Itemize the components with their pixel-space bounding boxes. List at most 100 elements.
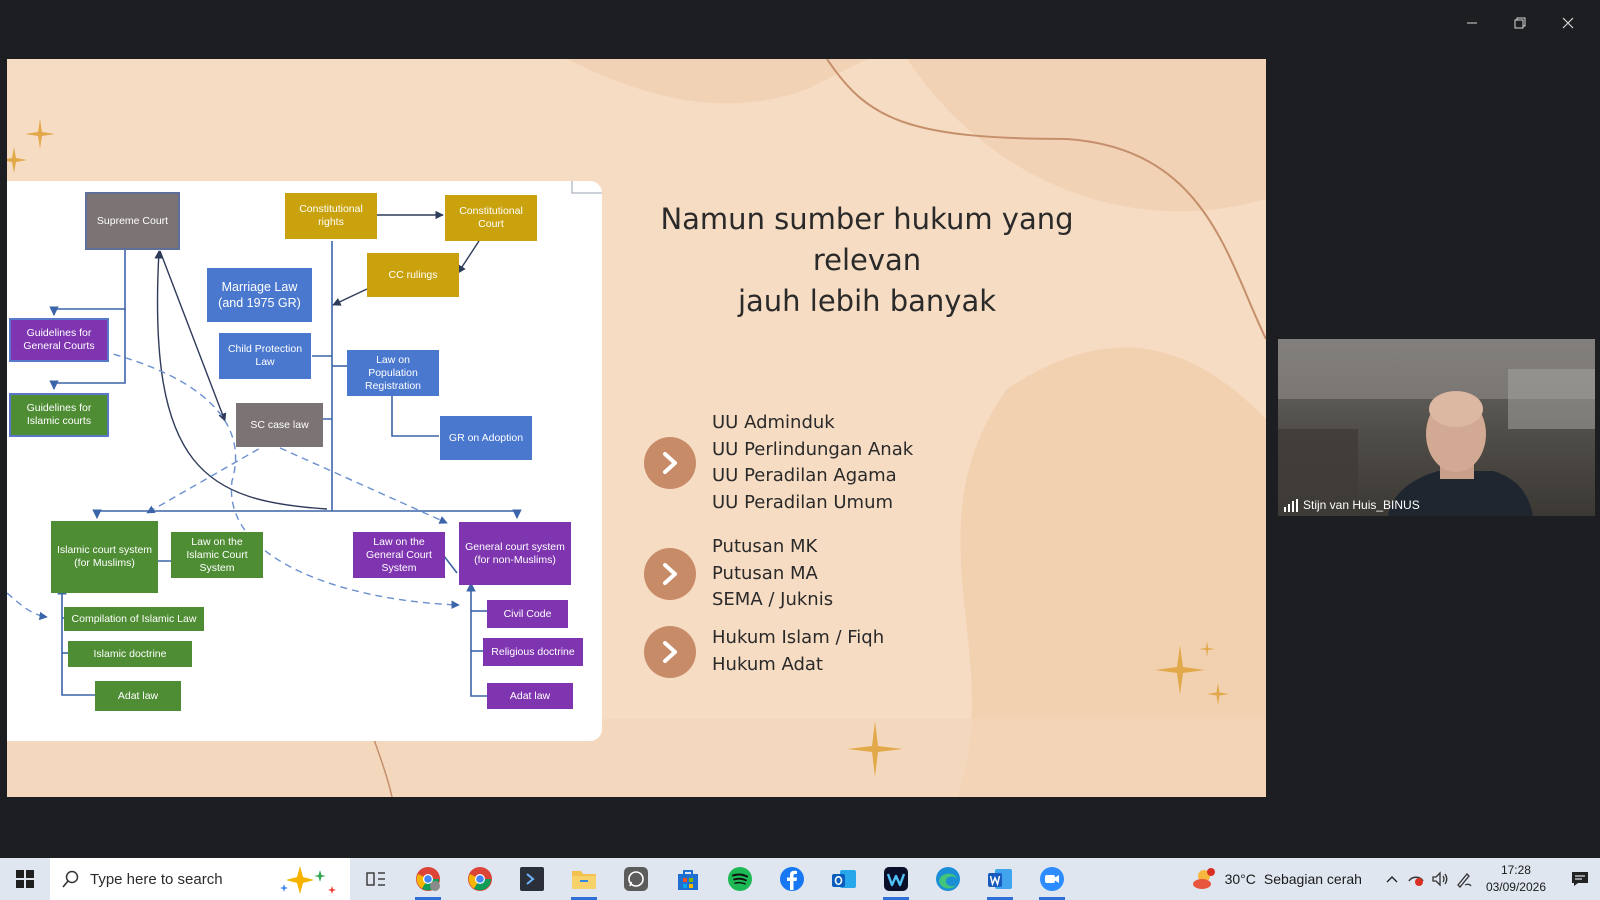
clock-time: 17:28 (1500, 863, 1531, 877)
bullet-item: Putusan MA (712, 562, 818, 584)
taskbar-search-box[interactable]: Type here to search (50, 858, 350, 900)
law-on-islamic-court-system-node: Law on the Islamic Court System (171, 532, 263, 578)
word-icon (988, 869, 1012, 889)
taskbar-powershell[interactable] (506, 858, 558, 900)
bullet-item: UU Perlindungan Anak (712, 438, 914, 460)
general-court-system-node: General court system (for non-Muslims) (459, 522, 571, 585)
spotify-icon (728, 867, 752, 891)
close-button[interactable] (1544, 8, 1592, 38)
weather-description: Sebagian cerah (1263, 871, 1362, 887)
sparkle-icon (25, 119, 55, 149)
child-protection-law-node: Child Protection Law (219, 333, 311, 379)
law-on-general-court-system-node: Law on the General Court System (353, 532, 445, 578)
slide-title-line: Namun sumber hukum yang (660, 202, 1074, 236)
whatsapp-icon (624, 867, 648, 891)
taskbar-webex[interactable] (870, 858, 922, 900)
window-controls (1448, 8, 1592, 38)
taskbar-clock[interactable]: 17:28 03/09/2026 (1486, 862, 1546, 896)
islamic-doctrine-node: Islamic doctrine (68, 641, 192, 667)
show-hidden-icons-button[interactable] (1380, 858, 1404, 900)
search-icon (62, 870, 79, 888)
signal-strength-icon (1284, 498, 1298, 512)
taskbar-zoom[interactable] (1026, 858, 1078, 900)
bullet-item: UU Adminduk (712, 412, 835, 433)
notifications-button[interactable] (1560, 858, 1600, 900)
bullet-group-customary: Hukum Islam / Fiqh Hukum Adat (644, 625, 884, 678)
bullet-group-rulings: Putusan MK Putusan MA SEMA / Juknis (644, 534, 833, 614)
taskbar-whatsapp[interactable] (610, 858, 662, 900)
close-icon (1562, 17, 1574, 29)
adat-law-right-node: Adat law (487, 683, 573, 709)
taskbar-facebook[interactable] (766, 858, 818, 900)
task-view-button[interactable] (350, 858, 402, 900)
search-placeholder: Type here to search (90, 870, 223, 888)
restore-button[interactable] (1496, 8, 1544, 38)
religious-doctrine-node: Religious doctrine (483, 638, 583, 666)
sparkle-icon (1199, 641, 1215, 657)
webex-icon (884, 867, 908, 891)
slide-title: Namun sumber hukum yang relevan jauh leb… (632, 199, 1102, 322)
marriage-law-node: Marriage Law (and 1975 GR) (207, 268, 312, 322)
slide-title-line: jauh lebih banyak (737, 284, 997, 318)
volume-button[interactable] (1428, 858, 1452, 900)
bullet-item: UU Peradilan Agama (712, 465, 897, 486)
bullet-item: Hukum Adat (712, 653, 823, 675)
clock-date: 03/09/2026 (1485, 880, 1546, 894)
pen-menu-button[interactable] (1452, 858, 1476, 900)
constitutional-court-node: Constitutional Court (445, 195, 537, 241)
participant-video-feed (1278, 339, 1595, 516)
chrome-icon (468, 867, 492, 891)
bullet-item: Hukum Islam / Fiqh (712, 627, 885, 648)
zoom-icon (1040, 867, 1064, 891)
taskbar-microsoft-store[interactable] (662, 858, 714, 900)
taskbar-file-explorer[interactable] (558, 858, 610, 900)
civil-code-node: Civil Code (487, 600, 568, 628)
weather-temp: 30°C (1224, 871, 1256, 887)
slide-title-line: relevan (812, 243, 922, 277)
facebook-icon (780, 867, 804, 891)
weather-cloud-sun-icon (1192, 868, 1215, 889)
network-button[interactable] (1404, 858, 1428, 900)
gr-on-adoption-node: GR on Adoption (440, 416, 532, 460)
sparkle-icon (1207, 683, 1229, 705)
weather-widget[interactable]: 30°C Sebagian cerah (1191, 866, 1362, 892)
guidelines-islamic-courts-node: Guidelines for Islamic courts (9, 393, 109, 437)
bullet-group-laws: UU Adminduk UU Perlindungan Anak UU Pera… (644, 410, 913, 516)
outlook-icon (832, 870, 856, 888)
guidelines-general-courts-node: Guidelines for General Courts (9, 318, 109, 362)
participant-video[interactable]: Stijn van Huis_BINUS (1278, 339, 1595, 516)
network-icon (1408, 876, 1424, 886)
adat-law-left-node: Adat law (95, 681, 181, 711)
taskbar-outlook[interactable] (818, 858, 870, 900)
powershell-icon (520, 867, 544, 891)
compilation-of-islamic-law-node: Compilation of Islamic Law (64, 607, 204, 631)
taskbar-spotify[interactable] (714, 858, 766, 900)
chevron-right-icon (644, 547, 696, 600)
taskbar-word[interactable] (974, 858, 1026, 900)
start-button[interactable] (0, 858, 50, 900)
folder-icon (572, 871, 596, 889)
windows-taskbar: Type here to search 30°C Sebagian cerah … (0, 858, 1600, 900)
taskbar-chrome[interactable] (454, 858, 506, 900)
participant-name-label: Stijn van Huis_BINUS (1284, 498, 1420, 512)
sparkle-icon (1155, 645, 1205, 695)
minimize-button[interactable] (1448, 8, 1496, 38)
store-icon (678, 870, 698, 890)
chevron-up-icon (1386, 876, 1398, 883)
sparkle-icon (7, 147, 27, 173)
constitutional-rights-node: Constitutional rights (285, 193, 377, 239)
participant-name: Stijn van Huis_BINUS (1303, 498, 1420, 512)
sparkle-icon (847, 721, 903, 777)
pen-icon (1457, 873, 1472, 888)
taskbar-edge[interactable] (922, 858, 974, 900)
sc-case-law-node: SC case law (236, 403, 323, 447)
islamic-court-system-node: Islamic court system (for Muslims) (51, 521, 158, 593)
chrome-icon (416, 867, 440, 891)
shared-slide: Supreme Court Constitutional rights Cons… (7, 59, 1266, 797)
cc-rulings-node: CC rulings (367, 253, 459, 297)
chevron-right-icon (644, 437, 696, 489)
supreme-court-node: Supreme Court (85, 192, 180, 250)
bullet-item: SEMA / Juknis (712, 589, 834, 610)
restore-icon (1514, 17, 1526, 29)
taskbar-chrome-profile[interactable] (402, 858, 454, 900)
